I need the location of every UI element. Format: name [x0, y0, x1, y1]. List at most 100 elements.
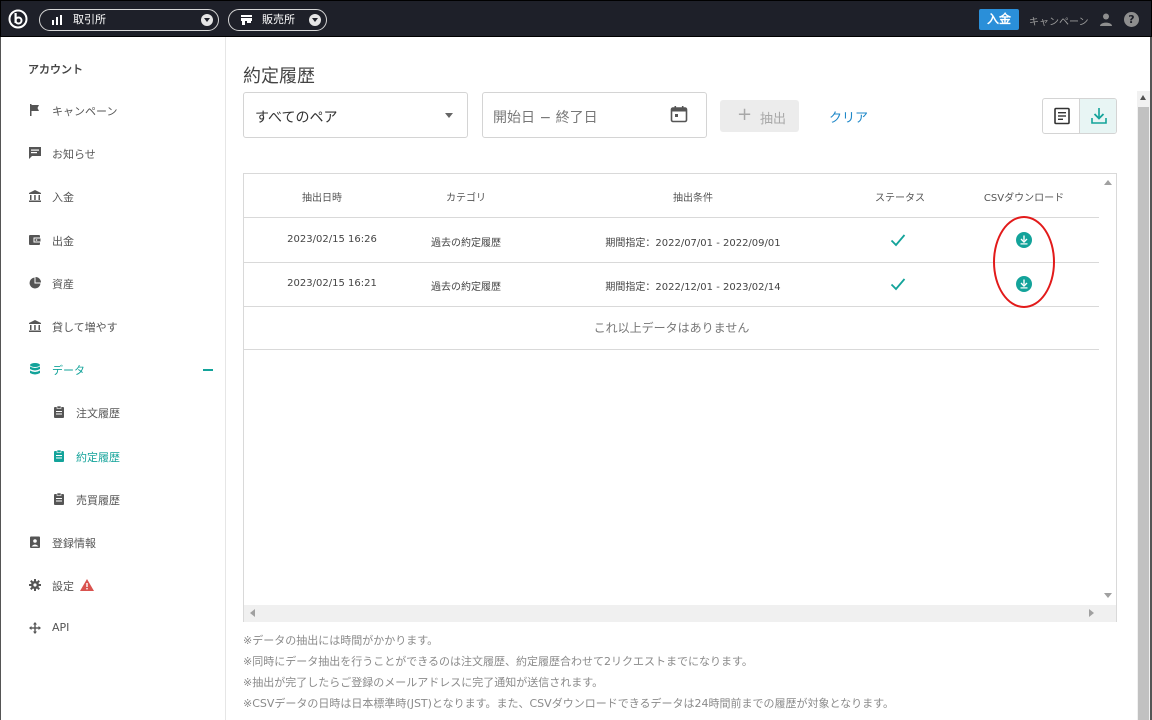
scroll-right-icon[interactable]: [1089, 609, 1094, 617]
scroll-up-icon[interactable]: [1104, 180, 1112, 185]
clear-link[interactable]: クリア: [829, 107, 868, 126]
caret-down-icon: [445, 113, 453, 118]
note-line: ※データの抽出には時間がかかります。: [243, 634, 439, 647]
wallet-icon: [29, 235, 41, 245]
date-range-placeholder: 開始日 − 終了日: [493, 110, 598, 126]
extract-label: 抽出: [760, 112, 787, 127]
deposit-button[interactable]: 入金: [979, 9, 1019, 30]
sidebar-item-order-history[interactable]: 注文履歴: [1, 403, 226, 423]
id-badge-icon: [30, 536, 40, 548]
scrollbar-corner: [1099, 605, 1116, 622]
sidebar-item-label: API: [52, 621, 70, 634]
no-more-data-message: これ以上データはありません: [244, 306, 1099, 350]
sales-label: 販売所: [262, 13, 295, 26]
date-range-input[interactable]: 開始日 − 終了日: [482, 92, 707, 138]
note-line: ※同時にデータ抽出を行うことができるのは注文履歴、約定履歴合わせて2リクエストま…: [243, 655, 753, 668]
sidebar: アカウント キャンペーン お知らせ 入金 出金 資産 貸して増やす データ 注文…: [0, 37, 226, 720]
sidebar-item-label: 資産: [52, 278, 74, 291]
clipboard-icon: [54, 493, 64, 505]
table-horizontal-scrollbar[interactable]: [244, 605, 1099, 622]
sidebar-item-label: キャンペーン: [52, 105, 118, 118]
sidebar-heading: アカウント: [28, 63, 83, 76]
sidebar-item-label: 出金: [52, 235, 74, 248]
sidebar-item-deposit[interactable]: 入金: [1, 187, 226, 207]
sidebar-item-withdraw[interactable]: 出金: [1, 231, 226, 251]
header-datetime: 抽出日時: [302, 193, 342, 204]
sidebar-item-campaign[interactable]: キャンペーン: [1, 101, 226, 121]
sidebar-item-label: お知らせ: [52, 148, 96, 161]
download-icon: [1091, 108, 1107, 124]
sidebar-item-news[interactable]: お知らせ: [1, 144, 226, 164]
bar-chart-icon: [52, 15, 62, 25]
sidebar-item-registration[interactable]: 登録情報: [1, 533, 226, 553]
bitbank-logo-icon[interactable]: [8, 9, 28, 29]
chevron-down-icon: [309, 14, 321, 26]
calendar-icon[interactable]: [670, 105, 688, 123]
sidebar-item-label: 入金: [52, 191, 74, 204]
store-icon: [241, 15, 252, 25]
flag-icon: [30, 104, 39, 116]
sidebar-item-label: 約定履歴: [76, 451, 120, 464]
pair-select-value: すべてのペア: [255, 110, 338, 126]
scroll-up-icon[interactable]: [1140, 95, 1146, 100]
sidebar-item-trade-history[interactable]: 約定履歴: [1, 447, 226, 467]
warning-icon: [80, 579, 94, 591]
sidebar-item-label: 登録情報: [52, 537, 96, 550]
header-category: カテゴリ: [446, 193, 486, 204]
sidebar-item-sales-history[interactable]: 売買履歴: [1, 490, 226, 510]
scrollbar-thumb[interactable]: [1138, 107, 1149, 720]
table-header: 抽出日時 カテゴリ 抽出条件 ステータス CSVダウンロード: [244, 174, 1099, 218]
row-datetime: 2023/02/15 16:21: [287, 278, 377, 289]
collapse-icon[interactable]: [203, 369, 213, 371]
exchange-dropdown[interactable]: 取引所: [39, 9, 219, 31]
sidebar-item-data[interactable]: データ: [1, 360, 226, 380]
annotation-ellipse: [993, 216, 1055, 308]
sales-dropdown[interactable]: 販売所: [228, 9, 327, 31]
pair-select[interactable]: すべてのペア: [243, 92, 468, 138]
download-view-button[interactable]: [1080, 99, 1116, 133]
header-csv-download: CSVダウンロード: [983, 193, 1065, 204]
bank-icon: [29, 190, 41, 202]
sidebar-item-lending[interactable]: 貸して増やす: [1, 317, 226, 337]
help-icon[interactable]: ?: [1124, 12, 1139, 27]
extract-button[interactable]: + 抽出: [720, 100, 799, 132]
header-condition: 抽出条件: [673, 193, 713, 204]
clipboard-icon: [54, 450, 64, 462]
clipboard-icon: [54, 406, 64, 418]
chevron-down-icon: [201, 14, 213, 26]
sidebar-item-label: データ: [52, 364, 85, 377]
note-line: ※CSVデータの日時は日本標準時(JST)となります。また、CSVダウンロードで…: [243, 697, 895, 710]
table-row: 2023/02/15 16:26 過去の約定履歴 期間指定：2022/07/01…: [244, 219, 1099, 263]
page-scrollbar[interactable]: [1137, 91, 1150, 720]
document-list-icon: [1054, 107, 1070, 125]
gear-icon: [29, 579, 41, 591]
database-icon: [30, 363, 40, 375]
sidebar-item-assets[interactable]: 資産: [1, 274, 226, 294]
scroll-down-icon[interactable]: [1104, 593, 1112, 598]
table-vertical-scrollbar[interactable]: [1099, 174, 1116, 605]
note-line: ※抽出が完了したらご登録のメールアドレスに完了通知が送信されます。: [243, 676, 604, 689]
row-condition: 期間指定：2022/12/01 - 2023/02/14: [605, 282, 781, 293]
campaign-link[interactable]: キャンペーン: [1029, 13, 1089, 28]
header-status: ステータス: [875, 193, 925, 204]
check-icon: [890, 278, 906, 291]
sidebar-item-api[interactable]: API: [1, 619, 226, 639]
extraction-table: 抽出日時 カテゴリ 抽出条件 ステータス CSVダウンロード 2023/02/1…: [243, 173, 1117, 622]
message-icon: [29, 147, 41, 159]
check-icon: [890, 234, 906, 247]
table-row: 2023/02/15 16:21 過去の約定履歴 期間指定：2022/12/01…: [244, 263, 1099, 307]
exchange-label: 取引所: [73, 13, 106, 26]
sidebar-item-label: 売買履歴: [76, 494, 120, 507]
row-category: 過去の約定履歴: [431, 282, 501, 293]
scroll-left-icon[interactable]: [250, 609, 255, 617]
move-icon: [29, 622, 41, 634]
view-toggle: [1042, 98, 1117, 134]
plus-icon: +: [737, 104, 753, 125]
row-category: 過去の約定履歴: [431, 238, 501, 249]
user-icon[interactable]: [1099, 13, 1113, 26]
page-title: 約定履歴: [243, 66, 315, 87]
sidebar-item-label: 貸して増やす: [52, 321, 118, 334]
list-view-button[interactable]: [1043, 99, 1080, 133]
pie-chart-icon: [29, 277, 41, 289]
sidebar-item-settings[interactable]: 設定: [1, 576, 226, 596]
